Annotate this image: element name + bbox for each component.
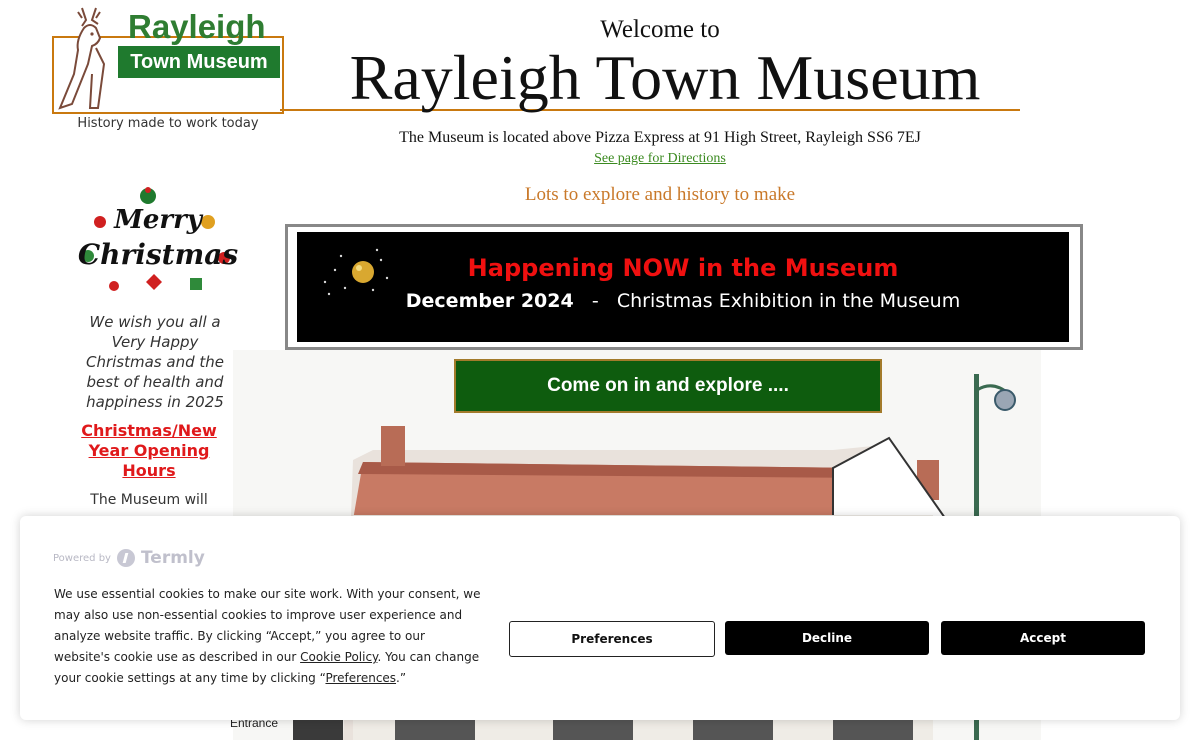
- accept-button[interactable]: Accept: [941, 621, 1145, 655]
- site-logo[interactable]: Rayleigh Town Museum: [52, 4, 284, 114]
- logo-word: Rayleigh: [128, 8, 266, 45]
- banner-inner: Happening NOW in the Museum December 202…: [297, 232, 1069, 342]
- museum-address: The Museum is located above Pizza Expres…: [399, 129, 921, 146]
- termly-icon: [116, 549, 135, 567]
- page-title: Rayleigh Town Museum: [349, 42, 981, 113]
- banner-subline: December 2024 - Christmas Exhibition in …: [297, 290, 1069, 312]
- site-tagline: History made to work today: [77, 116, 259, 131]
- cookie-policy-link[interactable]: Cookie Policy: [300, 650, 377, 664]
- termly-brand: Termly: [140, 548, 205, 568]
- explore-tagline: Lots to explore and history to make: [524, 184, 796, 205]
- preferences-link[interactable]: Preferences: [325, 671, 396, 685]
- powered-by-text: Powered by: [53, 552, 111, 564]
- directions-link[interactable]: See page for Directions: [560, 151, 760, 167]
- decline-button[interactable]: Decline: [725, 621, 929, 655]
- cookie-notice-text: We use essential cookies to make our sit…: [54, 584, 484, 689]
- christmas-wish: We wish you all a Very Happy Christmas a…: [85, 313, 224, 411]
- banner-date: December 2024: [405, 290, 574, 312]
- xmas-line2: Christmas: [78, 238, 238, 271]
- banner-headline: Happening NOW in the Museum: [467, 254, 899, 282]
- cookie-text-3: .”: [396, 671, 407, 685]
- powered-by-termly[interactable]: Powered by Termly: [53, 548, 205, 568]
- opening-hours-link[interactable]: Christmas/New Year Opening Hours: [80, 421, 218, 481]
- banner-event: Christmas Exhibition in the Museum: [616, 290, 961, 312]
- explore-button[interactable]: Come on in and explore ....: [454, 359, 882, 413]
- merry-christmas-graphic: Merry Christmas: [78, 187, 238, 291]
- preferences-button[interactable]: Preferences: [509, 621, 715, 657]
- museum-will-text: The Museum will: [90, 492, 208, 508]
- happening-now-banner[interactable]: Happening NOW in the Museum December 202…: [285, 224, 1083, 350]
- cookie-banner: Powered by Termly We use essential cooki…: [20, 516, 1180, 720]
- xmas-line1: Merry: [113, 205, 204, 235]
- logo-band: Town Museum: [118, 46, 280, 78]
- banner-separator: -: [591, 290, 599, 312]
